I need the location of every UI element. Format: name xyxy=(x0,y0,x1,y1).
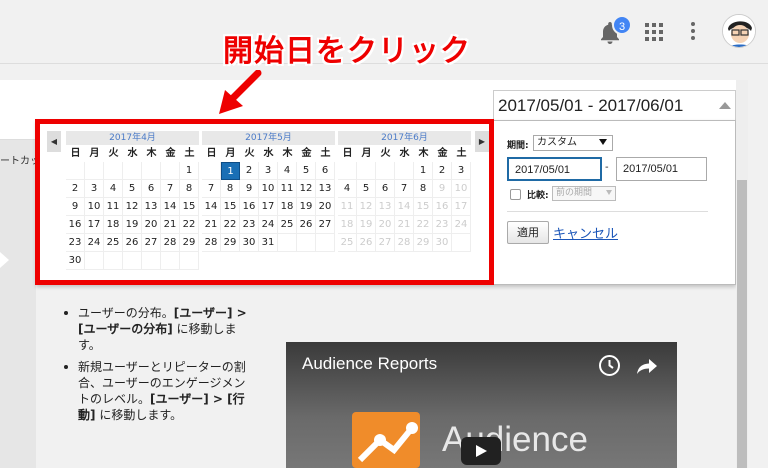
date-range-selector[interactable]: 2017/05/01 - 2017/06/01 xyxy=(493,90,736,121)
dropdown-arrow-icon xyxy=(606,190,612,195)
highlight-box xyxy=(35,119,494,285)
list-item: 新規ユーザーとリピーターの割合、ユーザーのエンゲージメントのレベル。[ユーザー]… xyxy=(62,359,252,423)
help-bullets: ユーザーの分布。[ユーザー] > [ユーザーの分布] に移動します。 新規ユーザ… xyxy=(62,305,252,429)
compare-label: 比較: xyxy=(527,191,549,201)
period-select[interactable]: カスタム xyxy=(533,135,613,151)
left-navigation-strip xyxy=(0,140,36,468)
scrollbar[interactable] xyxy=(736,80,748,468)
date-range-label: 2017/05/01 - 2017/06/01 xyxy=(498,96,684,115)
arrow-annotation-icon xyxy=(219,70,262,114)
dropdown-arrow-icon xyxy=(599,139,607,145)
watch-later-icon[interactable] xyxy=(599,355,620,376)
start-date-input[interactable]: 2017/05/01 xyxy=(507,157,602,181)
more-vert-icon[interactable] xyxy=(690,22,696,42)
apps-grid-icon[interactable] xyxy=(645,23,663,41)
divider xyxy=(507,211,708,212)
play-button-icon[interactable] xyxy=(461,437,501,465)
end-date-input[interactable]: 2017/05/01 xyxy=(616,157,707,181)
period-label: 期間: xyxy=(507,141,529,151)
scrollbar-thumb[interactable] xyxy=(737,180,747,468)
cancel-link[interactable]: キャンセル xyxy=(553,223,618,242)
compare-value: 前の期間 xyxy=(556,188,593,198)
notification-badge[interactable]: 3 xyxy=(612,15,632,35)
list-item: ユーザーの分布。[ユーザー] > [ユーザーの分布] に移動します。 xyxy=(62,305,252,353)
collapse-tab-icon[interactable] xyxy=(0,252,9,268)
compare-select[interactable]: 前の期間 xyxy=(552,186,616,201)
bullet-text: ユーザーの分布。 xyxy=(78,306,174,320)
period-value: カスタム xyxy=(537,137,577,148)
apply-button[interactable]: 適用 xyxy=(507,221,549,244)
user-avatar[interactable] xyxy=(722,14,756,48)
caret-up-icon xyxy=(719,102,731,109)
compare-checkbox[interactable] xyxy=(510,189,521,200)
video-title: Audience Reports xyxy=(302,354,438,373)
audience-logo-icon xyxy=(352,412,420,468)
date-separator: - xyxy=(605,162,609,173)
share-icon[interactable] xyxy=(636,356,658,376)
bullet-text: に移動します。 xyxy=(95,408,183,422)
annotation-text: 開始日をクリック xyxy=(223,34,471,69)
